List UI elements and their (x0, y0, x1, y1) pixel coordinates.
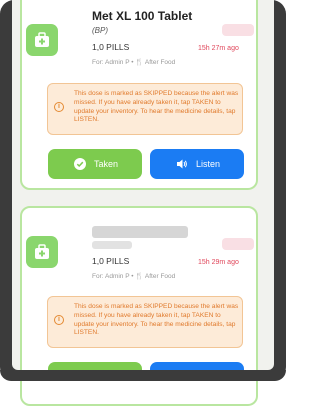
time-ago: 15h 29m ago (198, 259, 239, 266)
timing-label: After Food (144, 59, 176, 66)
taken-label: Taken (94, 159, 119, 169)
info-icon: i (54, 102, 64, 112)
dose-meta: For: Admin P • 🍴 After Food (92, 272, 175, 280)
medicine-subtitle: (BP) (92, 26, 108, 35)
for-label: For: Admin P (92, 273, 130, 280)
listen-label: Listen (196, 159, 221, 169)
skipped-notice: i This dose is marked as SKIPPED because… (47, 296, 243, 348)
status-badge (222, 24, 254, 36)
tablet-frame: Met XL 100 Tablet (BP) 1,0 PILLS For: Ad… (0, 0, 286, 406)
fork-knife-icon: 🍴 (135, 273, 144, 280)
fork-knife-icon: 🍴 (135, 59, 144, 66)
notice-text: This dose is marked as SKIPPED because t… (74, 303, 239, 337)
skipped-notice: i This dose is marked as SKIPPED because… (47, 83, 243, 135)
blurred-subtitle (92, 241, 132, 249)
pill-quantity: 1,0 PILLS (92, 42, 130, 52)
status-badge (222, 238, 254, 250)
medicine-kit-icon (26, 236, 58, 268)
medicine-name: Met XL 100 Tablet (92, 9, 193, 23)
notice-text: This dose is marked as SKIPPED because t… (74, 90, 239, 124)
bottom-bezel (0, 370, 286, 381)
timing-label: After Food (144, 273, 176, 280)
time-ago: 15h 27m ago (198, 45, 239, 52)
check-circle-icon (74, 158, 86, 170)
info-icon: i (54, 315, 64, 325)
medicine-kit-icon (26, 24, 58, 56)
dose-meta: For: Admin P • 🍴 After Food (92, 58, 175, 66)
blurred-medicine-name (92, 226, 188, 238)
pill-quantity: 1,0 PILLS (92, 256, 130, 266)
speaker-icon (177, 159, 187, 169)
listen-button[interactable]: Listen (150, 149, 244, 179)
taken-button[interactable]: Taken (48, 149, 142, 179)
for-label: For: Admin P (92, 59, 130, 66)
